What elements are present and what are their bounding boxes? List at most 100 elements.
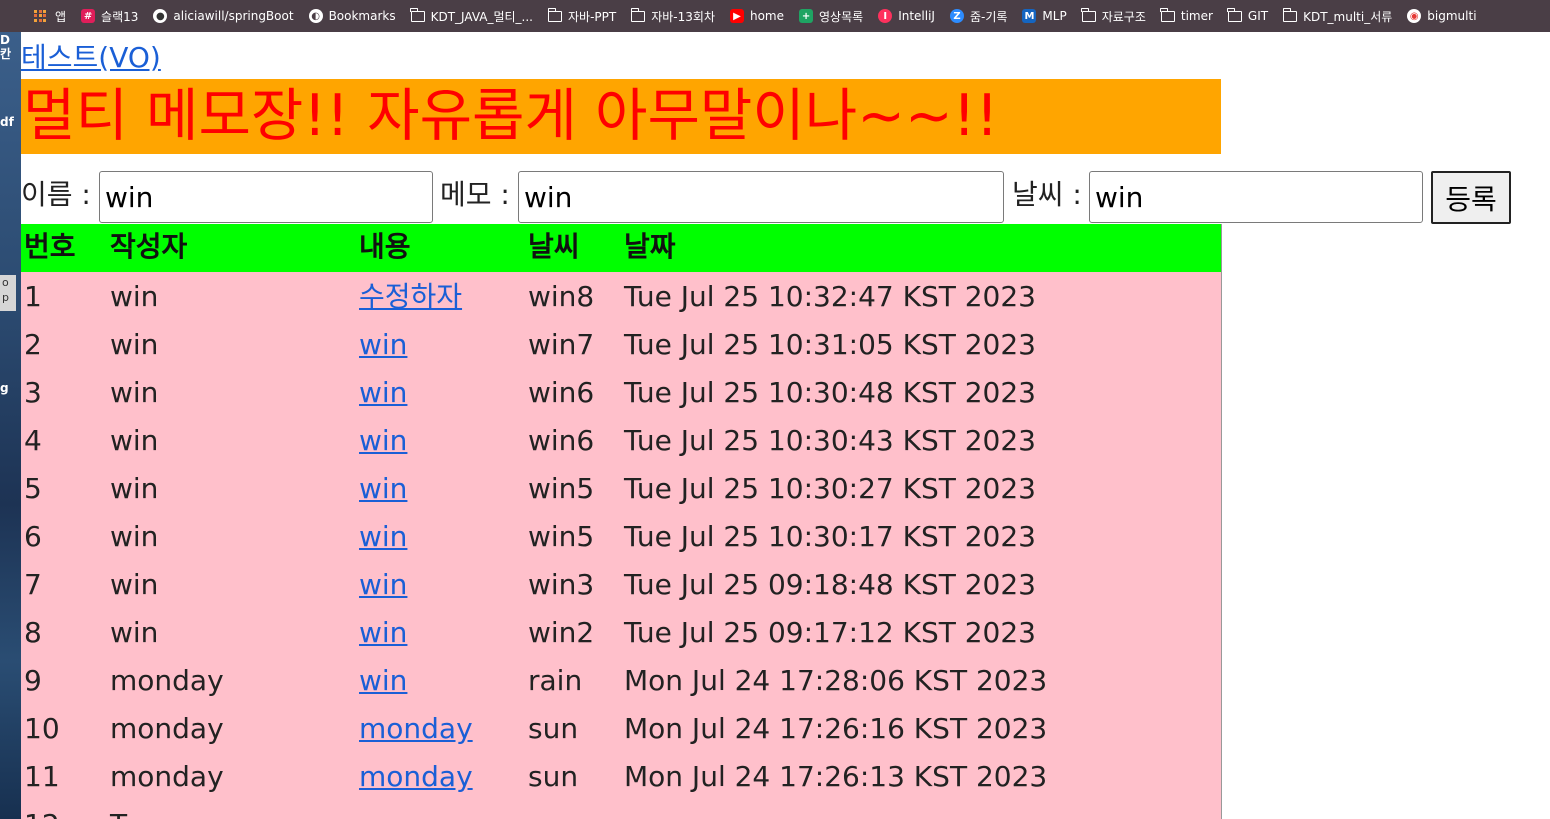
header-content: 내용: [359, 230, 411, 263]
memo-input[interactable]: [518, 171, 1004, 223]
bookmark-label: timer: [1180, 9, 1213, 23]
table-row: 11 monday monday sun Mon Jul 24 17:26:13 KST…: [21, 752, 1221, 800]
bookmark-item[interactable]: 자바-13회차: [630, 7, 715, 25]
bookmark-item[interactable]: ▶ home: [729, 9, 785, 23]
cell-date: Mon Jul 24 17:26:13 KST 2023: [624, 760, 1048, 793]
cell-weather: win2: [528, 616, 595, 649]
cell-writer: monday: [110, 664, 224, 697]
memo-form: 이름 : 메모 : 날씨 : 등록: [21, 169, 1550, 224]
apps-icon: [34, 9, 47, 23]
bookmark-item[interactable]: 자료구조: [1081, 7, 1146, 25]
cell-no: 4: [24, 424, 42, 457]
submit-button[interactable]: 등록: [1431, 171, 1511, 224]
content-link[interactable]: win: [359, 567, 407, 603]
table-row: 5 win win win5 Tue Jul 25 10:30:27 KST 2023: [21, 464, 1221, 512]
zoom-icon: Z: [949, 9, 964, 23]
bookmark-label: 영상목록: [819, 9, 864, 24]
sheets-icon: +: [799, 9, 814, 23]
cell-weather: rain: [528, 664, 583, 697]
bookmark-item[interactable]: + 영상목록: [799, 8, 863, 25]
cell-weather: win6: [528, 376, 595, 409]
content-link[interactable]: win: [359, 423, 407, 459]
bookmark-item[interactable]: Z 줌-기록: [949, 8, 1008, 25]
cell-no: 11: [24, 760, 60, 793]
cell-weather: win5: [528, 472, 595, 505]
folder-icon: [1282, 7, 1298, 22]
bookmark-item[interactable]: # 슬랙13: [81, 8, 138, 25]
cell-no: 6: [24, 520, 42, 553]
bookmark-label: GIT: [1247, 9, 1269, 23]
header-writer: 작성자: [110, 230, 188, 263]
cell-no: 2: [24, 328, 42, 361]
cell-date: Tue Jul 25 09:17:12 KST 2023: [624, 616, 1036, 649]
content-link[interactable]: monday: [359, 711, 473, 747]
bookmark-label: 슬랙13: [101, 9, 139, 24]
bookmark-item[interactable]: M MLP: [1022, 9, 1067, 23]
name-input[interactable]: [99, 171, 433, 223]
cell-weather: win7: [528, 328, 595, 361]
cell-date: Tue Jul 25 09:18:48 KST 2023: [624, 568, 1036, 601]
cell-no: 10: [24, 712, 60, 745]
table-row: 3 win win win6 Tue Jul 25 10:30:48 KST 2023: [21, 368, 1221, 416]
bookmark-label: KDT_JAVA_멀티_...: [430, 9, 533, 24]
cell-writer: T: [110, 807, 127, 819]
header-weather: 날씨: [528, 230, 580, 263]
weather-input[interactable]: [1089, 171, 1423, 223]
folder-icon: [1160, 7, 1175, 22]
globe-icon: ◐: [308, 9, 323, 23]
desktop-strip: D 칸 df o p g: [0, 32, 21, 819]
page-title: 멀티 메모장!! 자유롭게 아무말이나~~!!: [23, 83, 999, 149]
memo-label: 메모 :: [440, 178, 510, 211]
bookmark-item[interactable]: GIT: [1227, 7, 1269, 23]
bookmark-item[interactable]: KDT_JAVA_멀티_...: [410, 7, 533, 25]
mlp-icon: M: [1022, 9, 1037, 23]
cell-weather: win6: [528, 424, 595, 457]
cell-writer: win: [110, 616, 159, 649]
content-link[interactable]: monday: [359, 759, 473, 795]
test-vo-link[interactable]: 테스트(VO): [21, 40, 161, 76]
bookmark-label: aliciawill/springBoot: [173, 9, 294, 23]
cell-no: 3: [24, 376, 42, 409]
content-link[interactable]: win: [359, 519, 407, 555]
cell-writer: win: [110, 424, 159, 457]
bookmark-item[interactable]: I IntelliJ: [878, 9, 935, 23]
name-label: 이름 :: [21, 178, 91, 211]
table-row: 6 win win win5 Tue Jul 25 10:30:17 KST 2023: [21, 512, 1221, 560]
youtube-icon: ▶: [729, 9, 744, 23]
content-link[interactable]: 수정하자: [359, 279, 462, 315]
cell-date: Tue Jul 25 10:30:43 KST 2023: [624, 424, 1036, 457]
cell-writer: win: [110, 520, 159, 553]
bookmark-item[interactable]: ◉ bigmulti: [1407, 9, 1477, 23]
content-link[interactable]: win: [359, 327, 407, 363]
cell-weather: win3: [528, 568, 595, 601]
bookmark-item[interactable]: ◐ Bookmarks: [308, 9, 396, 23]
bookmark-item[interactable]: ● aliciawill/springBoot: [153, 9, 294, 23]
bookmark-item[interactable]: timer: [1160, 7, 1213, 23]
folder-icon: [410, 7, 425, 22]
folder-icon: [547, 7, 562, 22]
bookmark-item[interactable]: 자바-PPT: [547, 7, 616, 25]
content-link[interactable]: win: [359, 615, 407, 651]
bookmark-item[interactable]: 앱: [34, 8, 66, 25]
weather-label: 날씨 :: [1012, 178, 1082, 211]
content-link[interactable]: win: [359, 375, 407, 411]
desktop-label: g: [0, 381, 9, 395]
cell-date: Tue Jul 25 10:32:47 KST 2023: [624, 280, 1036, 313]
table-row: 9 monday win rain Mon Jul 24 17:28:06 KST 20…: [21, 656, 1221, 704]
cell-no: 7: [24, 568, 42, 601]
folder-icon: [1227, 7, 1242, 22]
cell-date: Tue Jul 25 10:31:05 KST 2023: [624, 328, 1036, 361]
cell-date: Tue Jul 25 10:30:48 KST 2023: [624, 376, 1036, 409]
cell-no: 9: [24, 664, 42, 697]
cell-weather: win5: [528, 520, 595, 553]
content-link[interactable]: win: [359, 663, 407, 699]
table-row: 10 monday monday sun Mon Jul 24 17:26:16 KST…: [21, 704, 1221, 752]
bookmark-label: 줌-기록: [969, 9, 1008, 24]
bookmark-label: home: [749, 9, 785, 23]
bookmark-label: MLP: [1042, 9, 1067, 23]
content-link[interactable]: win: [359, 471, 407, 507]
bookmark-label: KDT_multi_서류: [1303, 9, 1393, 24]
bookmark-label: bigmulti: [1427, 9, 1477, 23]
bookmark-item[interactable]: KDT_multi_서류: [1282, 7, 1393, 25]
cell-writer: monday: [110, 760, 224, 793]
